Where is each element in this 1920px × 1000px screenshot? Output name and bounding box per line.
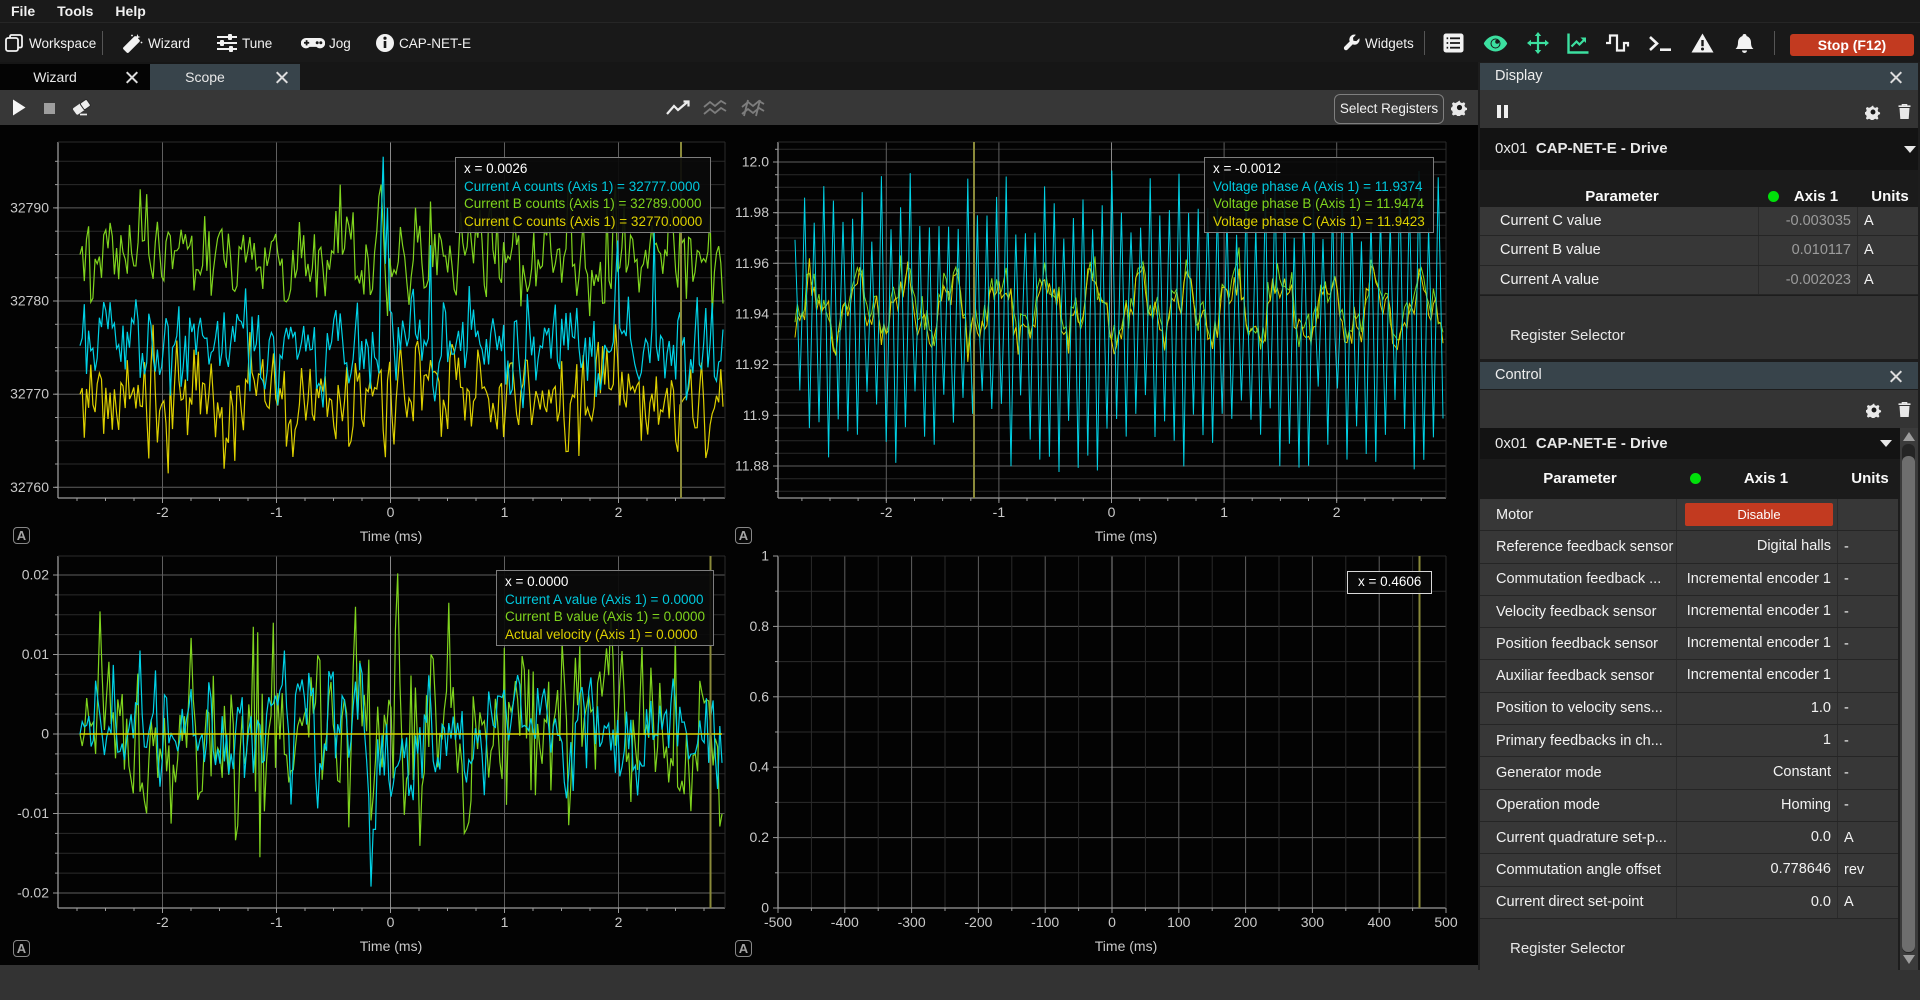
svg-text:Time (ms): Time (ms) bbox=[360, 528, 422, 544]
svg-text:0: 0 bbox=[761, 900, 769, 916]
svg-text:-1: -1 bbox=[993, 504, 1006, 520]
svg-text:0.4: 0.4 bbox=[750, 759, 770, 775]
svg-text:-1: -1 bbox=[270, 914, 283, 930]
svg-text:11.94: 11.94 bbox=[735, 306, 769, 322]
svg-text:11.96: 11.96 bbox=[735, 255, 769, 271]
svg-text:1: 1 bbox=[501, 914, 509, 930]
svg-text:-1: -1 bbox=[270, 504, 283, 520]
svg-text:-2: -2 bbox=[880, 504, 893, 520]
svg-text:-200: -200 bbox=[964, 914, 992, 930]
svg-text:11.98: 11.98 bbox=[735, 204, 769, 220]
svg-text:200: 200 bbox=[1234, 914, 1258, 930]
svg-text:11.9: 11.9 bbox=[743, 407, 769, 423]
svg-text:0: 0 bbox=[387, 504, 395, 520]
svg-text:0.8: 0.8 bbox=[750, 618, 770, 634]
svg-text:0: 0 bbox=[1108, 914, 1116, 930]
svg-text:-400: -400 bbox=[831, 914, 859, 930]
svg-text:100: 100 bbox=[1167, 914, 1191, 930]
svg-text:2: 2 bbox=[1333, 504, 1341, 520]
svg-text:300: 300 bbox=[1301, 914, 1325, 930]
svg-text:-300: -300 bbox=[898, 914, 926, 930]
svg-text:0.6: 0.6 bbox=[750, 688, 770, 704]
svg-text:0: 0 bbox=[1108, 504, 1116, 520]
svg-text:0.01: 0.01 bbox=[22, 646, 49, 662]
svg-text:0.2: 0.2 bbox=[750, 829, 770, 845]
svg-text:12.0: 12.0 bbox=[742, 154, 769, 170]
svg-text:32790: 32790 bbox=[10, 199, 49, 215]
svg-text:32780: 32780 bbox=[10, 293, 49, 309]
svg-text:1: 1 bbox=[501, 504, 509, 520]
svg-text:11.92: 11.92 bbox=[735, 356, 769, 372]
svg-text:1: 1 bbox=[1220, 504, 1228, 520]
svg-text:-2: -2 bbox=[156, 504, 169, 520]
svg-text:Time (ms): Time (ms) bbox=[360, 938, 422, 954]
svg-text:0.02: 0.02 bbox=[22, 567, 49, 583]
svg-text:-2: -2 bbox=[156, 914, 169, 930]
svg-text:2: 2 bbox=[615, 504, 623, 520]
svg-text:0: 0 bbox=[41, 726, 49, 742]
svg-text:2: 2 bbox=[615, 914, 623, 930]
svg-text:Time (ms): Time (ms) bbox=[1095, 938, 1157, 954]
svg-text:400: 400 bbox=[1368, 914, 1392, 930]
svg-text:-500: -500 bbox=[764, 914, 792, 930]
svg-text:1: 1 bbox=[761, 548, 769, 564]
svg-text:32760: 32760 bbox=[10, 479, 49, 495]
svg-text:500: 500 bbox=[1434, 914, 1458, 930]
svg-text:Time (ms): Time (ms) bbox=[1095, 528, 1157, 544]
svg-text:0: 0 bbox=[387, 914, 395, 930]
svg-text:32770: 32770 bbox=[10, 386, 49, 402]
svg-text:11.88: 11.88 bbox=[735, 458, 769, 474]
svg-text:-0.01: -0.01 bbox=[17, 805, 49, 821]
svg-text:-100: -100 bbox=[1031, 914, 1059, 930]
svg-text:-0.02: -0.02 bbox=[17, 885, 49, 901]
